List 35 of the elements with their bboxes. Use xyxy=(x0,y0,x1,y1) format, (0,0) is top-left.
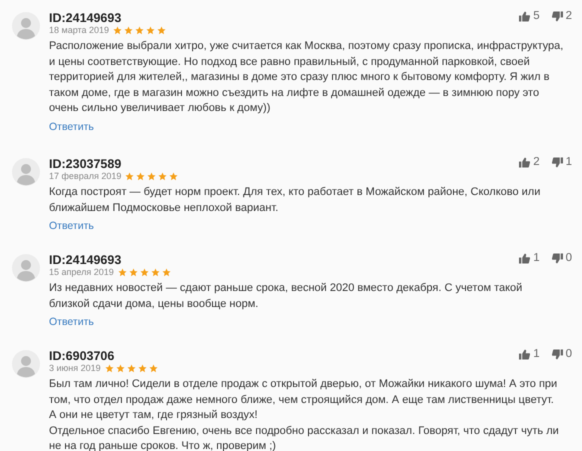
avatar-icon xyxy=(12,254,40,282)
review-date: 15 апреля 2019 xyxy=(49,267,114,277)
like-count: 2 xyxy=(533,156,540,168)
avatar-icon xyxy=(12,12,40,40)
review-text: Когда построят — будет норм проект. Для тех, кто работает в Можайском районе, Сколково или ближайшем Подмосковье неплохой вариант. xyxy=(49,185,542,216)
thumbs-up-icon[interactable] xyxy=(519,348,530,360)
thumbs-down-icon[interactable] xyxy=(552,252,563,264)
review-date: 3 июня 2019 xyxy=(49,363,101,373)
reply-link[interactable]: Ответить xyxy=(49,120,94,132)
thumbs-down-icon[interactable] xyxy=(552,156,563,168)
author-id: ID:23037589 xyxy=(49,156,122,172)
avatar-icon xyxy=(12,158,40,186)
avatar-icon xyxy=(12,350,40,378)
like-count: 1 xyxy=(533,252,540,264)
like-count: 1 xyxy=(533,348,540,360)
review-text: Из недавних новостей — сдают раньше срока, весной 2020 вместо декабря. С учетом такой близкой сдачи дома, цены вообще норм. xyxy=(49,281,524,312)
dislike-count: 0 xyxy=(566,252,572,264)
author-id: ID:6903706 xyxy=(49,348,114,364)
review-text: Расположение выбрали хитро, уже считается как Москва, поэтому сразу прописка, инфраструктура, и цены соответствующие. Но подход все равно правильный, с продуманной парковкой, своей территорией для жителей,, магазины в доме это сразу плюс много к бытовому комфорту. Я жил в таком доме, где в магазин можно съездить на лифте в домашней одежде — в зимнюю пору это очень сильно увеличивает любовь к дому)) xyxy=(49,39,564,116)
dislike-count: 2 xyxy=(566,10,572,22)
thumbs-down-icon[interactable] xyxy=(552,10,563,22)
author-id: ID:24149693 xyxy=(49,10,122,26)
review-date: 18 марта 2019 xyxy=(49,25,110,35)
thumbs-up-icon[interactable] xyxy=(519,156,530,168)
review-text: Был там лично! Сидели в отделе продаж с открытой дверью, от Можайки никакого шума! А это при том, что отдел продаж даже немного ближе, чем строящийся дом. А еще там лиственницы цветут. А они не цветут там, где грязный воздух! Отдельное спасибо Евгению, очень все подробно рассказал и показал. Говорят, что сдадут чуть ли не на год раньше сроков. Что ж, проверим ;) xyxy=(49,377,560,451)
dislike-count: 0 xyxy=(566,348,572,360)
thumbs-up-icon[interactable] xyxy=(519,10,530,22)
reply-link[interactable]: Ответить xyxy=(49,316,94,328)
thumbs-up-icon[interactable] xyxy=(519,252,530,264)
thumbs-down-icon[interactable] xyxy=(552,348,563,360)
author-id: ID:24149693 xyxy=(49,252,122,268)
reply-link[interactable]: Ответить xyxy=(49,220,94,232)
dislike-count: 1 xyxy=(566,156,572,168)
review-date: 17 февраля 2019 xyxy=(49,171,122,181)
like-count: 5 xyxy=(533,10,540,22)
